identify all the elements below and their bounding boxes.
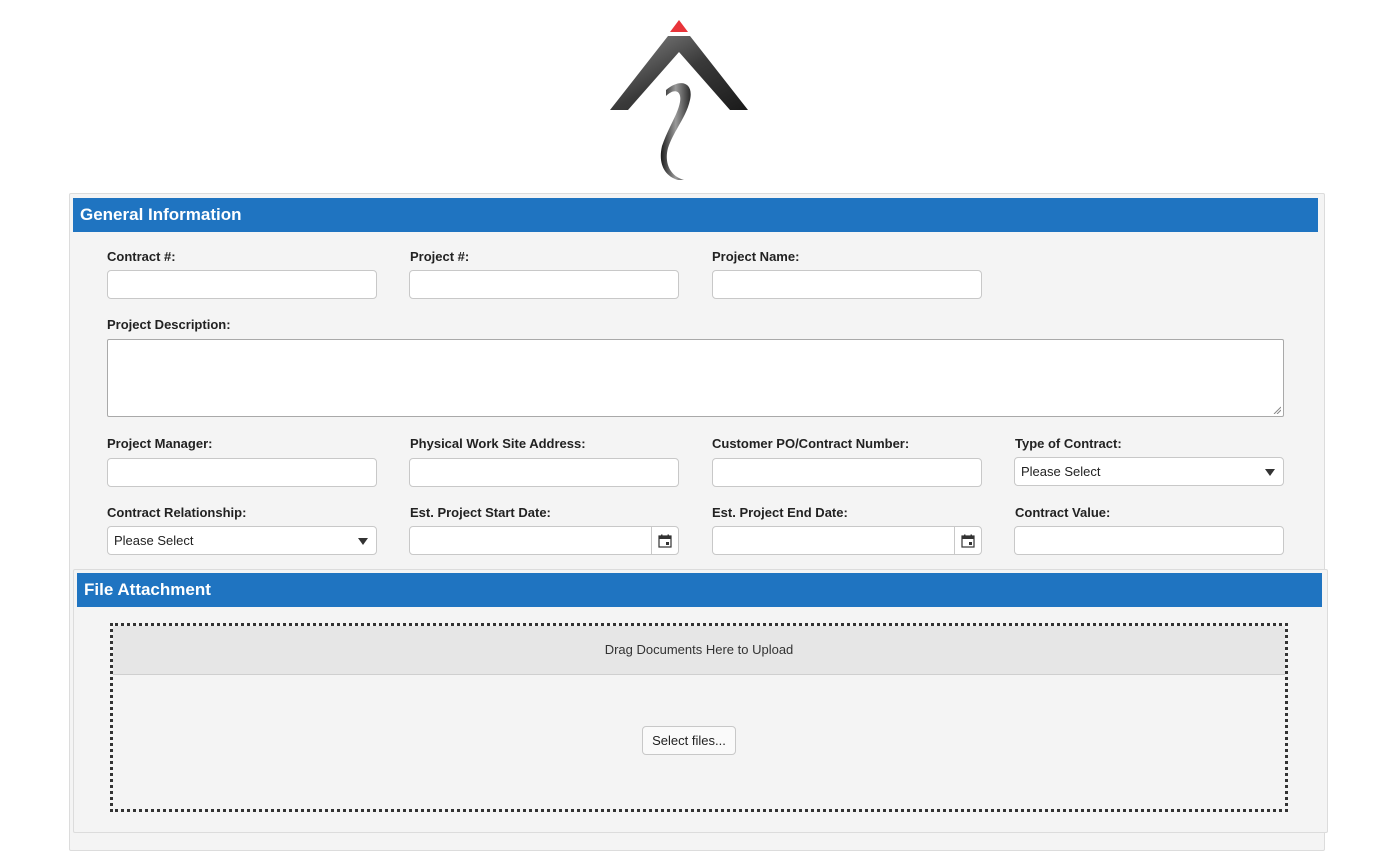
resize-grip-icon[interactable] xyxy=(1273,406,1281,414)
file-attachment-header: File Attachment xyxy=(77,573,1322,607)
calendar-icon xyxy=(658,534,672,548)
contract-number-input[interactable] xyxy=(107,270,377,299)
contract-relationship-select[interactable]: Please Select xyxy=(107,526,377,555)
end-date-calendar-button[interactable] xyxy=(954,527,981,554)
contract-value-label: Contract Value: xyxy=(1015,505,1111,520)
project-manager-input[interactable] xyxy=(107,458,377,487)
contract-relationship-label: Contract Relationship: xyxy=(107,505,247,520)
project-name-label: Project Name: xyxy=(712,249,800,264)
project-number-label: Project #: xyxy=(410,249,470,264)
work-site-address-input[interactable] xyxy=(409,458,679,487)
company-logo xyxy=(608,18,750,184)
work-site-address-label: Physical Work Site Address: xyxy=(410,436,586,451)
start-date-calendar-button[interactable] xyxy=(651,527,678,554)
end-date-label: Est. Project End Date: xyxy=(712,505,848,520)
type-of-contract-selected: Please Select xyxy=(1021,464,1101,479)
file-dropzone[interactable]: Drag Documents Here to Upload Select fil… xyxy=(110,623,1288,812)
end-date-field[interactable] xyxy=(712,526,982,555)
type-of-contract-select[interactable]: Please Select xyxy=(1014,457,1284,486)
contract-value-input[interactable] xyxy=(1014,526,1284,555)
contract-relationship-selected: Please Select xyxy=(114,533,194,548)
project-description-label: Project Description: xyxy=(107,317,231,332)
dropdown-arrow-icon xyxy=(358,538,368,545)
company-logo-arrow-icon xyxy=(610,20,748,180)
start-date-field[interactable] xyxy=(409,526,679,555)
customer-po-label: Customer PO/Contract Number: xyxy=(712,436,910,451)
start-date-label: Est. Project Start Date: xyxy=(410,505,551,520)
project-description-textarea[interactable] xyxy=(107,339,1284,417)
dropzone-hint: Drag Documents Here to Upload xyxy=(113,626,1285,675)
project-name-input[interactable] xyxy=(712,270,982,299)
calendar-icon xyxy=(961,534,975,548)
contract-number-label: Contract #: xyxy=(107,249,176,264)
type-of-contract-label: Type of Contract: xyxy=(1015,436,1122,451)
dropdown-arrow-icon xyxy=(1265,469,1275,476)
project-number-input[interactable] xyxy=(409,270,679,299)
select-files-button[interactable]: Select files... xyxy=(642,726,736,755)
project-manager-label: Project Manager: xyxy=(107,436,213,451)
customer-po-input[interactable] xyxy=(712,458,982,487)
general-information-header: General Information xyxy=(73,198,1318,232)
